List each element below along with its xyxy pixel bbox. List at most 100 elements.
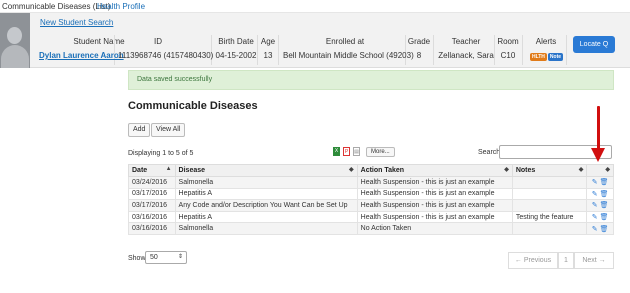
cell-notes: Testing the feature xyxy=(511,210,588,224)
next-page-button[interactable]: Next → xyxy=(574,252,614,269)
cell-disease: Hepatitis A xyxy=(174,187,358,201)
locate-button[interactable]: Locate Q xyxy=(573,36,615,53)
search-label: Search xyxy=(478,149,501,156)
page-size-value: 50 xyxy=(150,254,158,261)
cell-date: 03/16/2016 xyxy=(128,210,176,224)
divider xyxy=(211,35,212,65)
trash-icon[interactable]: 🗑 xyxy=(600,201,609,209)
column-header-action-taken[interactable]: Action Taken ◆ xyxy=(356,164,513,177)
table-row: 03/17/2016 Hepatitis A Health Suspension… xyxy=(128,187,614,201)
cell-disease: Salmonella xyxy=(174,222,358,235)
cell-notes xyxy=(511,199,588,212)
divider xyxy=(566,35,567,65)
cell-action-taken: No Action Taken xyxy=(356,222,513,235)
header-grade: Grade xyxy=(407,37,431,46)
student-grade: 8 xyxy=(416,51,422,60)
page-number[interactable]: 1 xyxy=(558,252,574,269)
red-arrow-head-icon xyxy=(591,148,605,162)
pencil-icon[interactable]: ✎ xyxy=(592,225,598,233)
view-all-button[interactable]: View All xyxy=(151,123,186,137)
show-label: Show xyxy=(128,255,146,262)
sort-icon: ◆ xyxy=(578,167,584,173)
badge-note[interactable]: Note xyxy=(547,53,564,61)
cell-notes xyxy=(511,176,588,189)
diseases-table: Date ▲ Disease ◆ Action Taken ◆ Notes ◆ ◆ 03… xyxy=(128,164,614,235)
cell-actions: ✎ 🗑 xyxy=(586,187,614,201)
cell-date: 03/17/2016 xyxy=(128,187,176,201)
badge-hlth[interactable]: HLTH xyxy=(529,53,547,61)
cell-actions: ✎ 🗑 xyxy=(586,199,614,212)
divider xyxy=(522,35,523,65)
trash-icon[interactable]: 🗑 xyxy=(600,225,609,233)
cell-notes xyxy=(511,222,588,235)
cell-date: 03/24/2016 xyxy=(128,176,176,189)
header-room: Room xyxy=(497,37,519,46)
column-header-date[interactable]: Date ▲ xyxy=(128,164,176,177)
header-id: ID xyxy=(154,37,162,46)
divider xyxy=(405,35,406,65)
column-header-disease[interactable]: Disease ◆ xyxy=(174,164,358,177)
pencil-icon[interactable]: ✎ xyxy=(592,201,598,209)
trash-icon[interactable]: 🗑 xyxy=(600,178,609,186)
cell-action-taken: Health Suspension - this is just an exam… xyxy=(356,187,513,201)
displaying-count: Displaying 1 to 5 of 5 xyxy=(128,150,194,157)
pencil-icon[interactable]: ✎ xyxy=(592,213,598,221)
excel-icon[interactable]: X xyxy=(333,147,340,156)
page-size-select[interactable]: 50 ⇕ xyxy=(145,251,187,264)
cell-disease: Any Code and/or Description You Want Can… xyxy=(174,199,358,212)
cell-disease: Hepatitis A xyxy=(174,210,358,224)
tab-communicable-diseases-list[interactable]: Communicable Diseases (List) xyxy=(2,2,110,12)
new-student-search-link[interactable]: New Student Search xyxy=(40,18,113,27)
cell-action-taken: Health Suspension - this is just an exam… xyxy=(356,176,513,189)
add-button[interactable]: Add xyxy=(128,123,151,137)
header-enrolled-at: Enrolled at xyxy=(325,37,365,46)
sort-desc-icon: ▲ xyxy=(165,166,172,172)
previous-page-button[interactable]: ← Previous xyxy=(508,252,558,269)
red-arrow-icon xyxy=(597,106,600,152)
cell-action-taken: Health Suspension - this is just an exam… xyxy=(356,210,513,224)
table-row: 03/17/2016 Any Code and/or Description Y… xyxy=(128,199,614,212)
avatar xyxy=(0,13,30,68)
cell-disease: Salmonella xyxy=(174,176,358,189)
table-row: 03/16/2016 Salmonella No Action Taken ✎ 🗑 xyxy=(128,222,614,235)
sort-icon: ◆ xyxy=(605,167,610,173)
student-birth-date: 04-15-2002 xyxy=(215,51,257,60)
cell-date: 03/17/2016 xyxy=(128,199,176,212)
more-button[interactable]: More... xyxy=(366,147,395,157)
pencil-icon[interactable]: ✎ xyxy=(592,190,598,198)
trash-icon[interactable]: 🗑 xyxy=(600,213,609,221)
table-row: 03/16/2016 Hepatitis A Health Suspension… xyxy=(128,210,614,224)
chevron-updown-icon: ⇕ xyxy=(177,254,183,260)
alert-badges: HLTH Note xyxy=(528,51,566,61)
tab-health-profile[interactable]: Health Profile xyxy=(97,2,145,12)
cell-actions: ✎ 🗑 xyxy=(586,176,614,189)
divider xyxy=(494,35,495,65)
column-header-notes[interactable]: Notes ◆ xyxy=(511,164,588,177)
cell-notes xyxy=(511,187,588,201)
header-alerts: Alerts xyxy=(535,37,557,46)
column-header-actions: ◆ xyxy=(586,164,614,177)
student-id: 1113968746 (4157480430) xyxy=(118,51,214,60)
student-enrolled-at: Bell Mountain Middle School (49203) xyxy=(283,51,414,60)
sort-icon: ◆ xyxy=(349,167,354,173)
print-icon[interactable]: ▤ xyxy=(353,147,360,156)
student-name-link[interactable]: Dylan Laurence Aaron xyxy=(39,51,124,60)
cell-date: 03/16/2016 xyxy=(128,222,176,235)
success-alert: Data saved successfully xyxy=(128,70,614,90)
divider xyxy=(278,35,279,65)
divider xyxy=(114,35,115,65)
cell-action-taken: Health Suspension - this is just an exam… xyxy=(356,199,513,212)
table-row: 03/24/2016 Salmonella Health Suspension … xyxy=(128,176,614,189)
tab-bar: Communicable Diseases (List) Health Prof… xyxy=(0,0,630,13)
student-age: 13 xyxy=(263,51,273,60)
student-teacher: Zellanack, Sara xyxy=(438,51,494,60)
header-birth-date: Birth Date xyxy=(218,37,254,46)
pdf-icon[interactable]: P xyxy=(343,147,350,156)
table-header-row: Date ▲ Disease ◆ Action Taken ◆ Notes ◆ ◆ xyxy=(128,164,614,177)
page-title: Communicable Diseases xyxy=(128,100,258,112)
cell-actions: ✎ 🗑 xyxy=(586,210,614,224)
header-age: Age xyxy=(260,37,276,46)
trash-icon[interactable]: 🗑 xyxy=(600,190,609,198)
divider xyxy=(433,35,434,65)
pencil-icon[interactable]: ✎ xyxy=(592,178,598,186)
